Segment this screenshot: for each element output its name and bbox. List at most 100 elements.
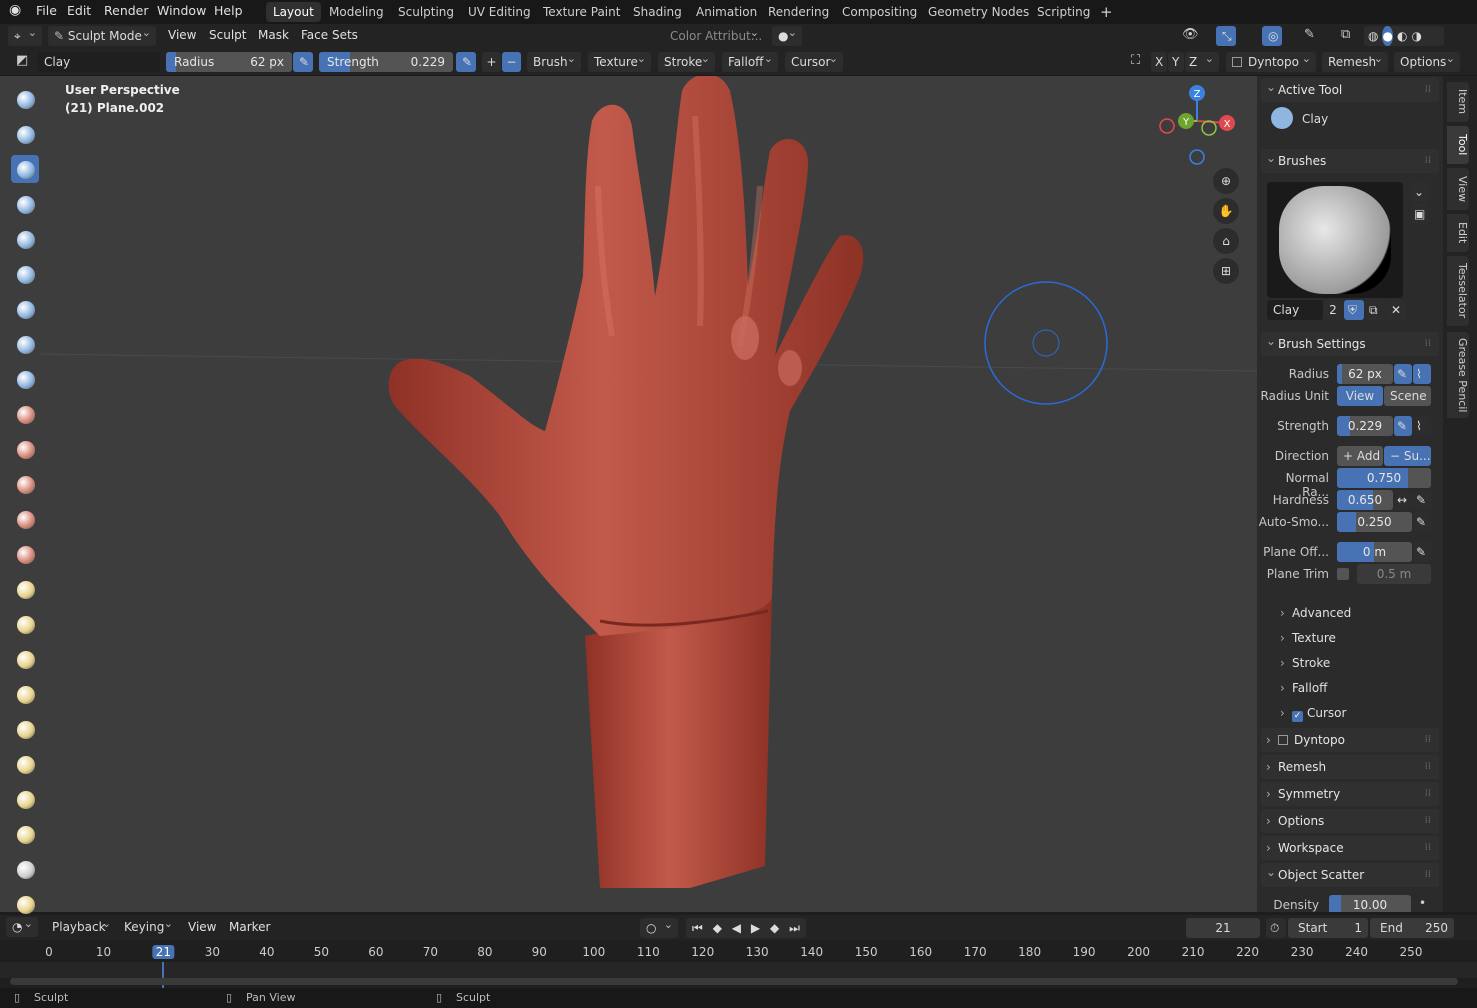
tab-shading[interactable]: Shading — [626, 2, 689, 22]
navigation-gizmo[interactable]: Z Y X — [1159, 85, 1235, 165]
drag-grip-icon[interactable]: ⁞⁞ — [1425, 728, 1431, 752]
jump-start-icon[interactable]: ⏮ — [692, 918, 703, 938]
material-shading-icon[interactable]: ◐ — [1397, 26, 1407, 46]
auto-keying-toggle[interactable]: ○ — [640, 918, 678, 938]
keyframe-area[interactable] — [0, 962, 1477, 978]
tab-texture-paint[interactable]: Texture Paint — [536, 2, 627, 22]
tab-edit[interactable]: Edit — [1447, 214, 1469, 252]
plane-trim-checkbox[interactable] — [1337, 568, 1349, 580]
menu-help[interactable]: Help — [214, 3, 243, 18]
cursor-menu[interactable]: Cursor — [785, 52, 843, 72]
brush-menu[interactable]: Brush — [527, 52, 581, 72]
subpanel-texture[interactable]: Texture — [1280, 631, 1336, 645]
tab-animation[interactable]: Animation — [689, 2, 764, 22]
sculpt-tool-4[interactable] — [11, 225, 39, 253]
sculpt-tool-14[interactable] — [11, 575, 39, 603]
menu-sculpt[interactable]: Sculpt — [209, 28, 246, 42]
sculpt-tool-2[interactable] — [11, 155, 39, 183]
texture-menu[interactable]: Texture — [588, 52, 651, 72]
play-reverse-icon[interactable]: ◀ — [732, 918, 741, 938]
strength-pressure-button[interactable]: ✎ — [456, 52, 476, 72]
xray-pen-icon[interactable]: ✎ — [1304, 27, 1315, 42]
falloff-menu[interactable]: Falloff — [722, 52, 778, 72]
hardness-invert-toggle[interactable]: ↔ — [1394, 490, 1412, 510]
sculpt-tool-9[interactable] — [11, 400, 39, 428]
sculpt-tool-11[interactable] — [11, 470, 39, 498]
dyntopo-popover[interactable]: Dyntopo — [1226, 52, 1316, 72]
sculpt-tool-5[interactable] — [11, 260, 39, 288]
radius-curve-toggle[interactable]: ⌇ — [1413, 364, 1431, 384]
timeline-scrollbar[interactable] — [10, 978, 1458, 985]
tab-modeling[interactable]: Modeling — [322, 2, 391, 22]
tab-item[interactable]: Item — [1447, 82, 1469, 122]
xray-toggle-icon[interactable]: ⧉ — [1341, 27, 1350, 42]
tab-layout[interactable]: Layout — [266, 2, 321, 22]
strength-setting-field[interactable]: 0.229 — [1337, 416, 1393, 436]
plane-offset-field[interactable]: 0 m — [1337, 542, 1412, 562]
zoom-icon[interactable]: ⊕ — [1213, 168, 1239, 194]
playback-menu[interactable]: Playback — [46, 917, 116, 937]
sculpt-tool-3[interactable] — [11, 190, 39, 218]
shading-color-dropdown[interactable]: ● — [772, 26, 802, 46]
tab-uv-editing[interactable]: UV Editing — [461, 2, 538, 22]
sculpt-tool-17[interactable] — [11, 680, 39, 708]
sculpt-tool-8[interactable] — [11, 365, 39, 393]
auto-smooth-field[interactable]: 0.250 — [1337, 512, 1412, 532]
drag-grip-icon[interactable]: ⁞⁞ — [1425, 78, 1431, 102]
sculpt-tool-21[interactable] — [11, 820, 39, 848]
subpanel-stroke[interactable]: Stroke — [1280, 656, 1330, 670]
subpanel-cursor[interactable]: ✓ Cursor — [1280, 706, 1346, 722]
tab-sculpting[interactable]: Sculpting — [391, 2, 461, 22]
density-field[interactable]: 10.00 — [1329, 895, 1411, 912]
symmetry-x-toggle[interactable]: X — [1151, 52, 1167, 72]
next-keyframe-icon[interactable]: ◆ — [770, 918, 779, 938]
subpanel-advanced[interactable]: Advanced — [1280, 606, 1351, 620]
plane-trim-field[interactable]: 0.5 m — [1357, 564, 1431, 584]
remesh-popover[interactable]: Remesh — [1322, 52, 1388, 72]
brush-image-button[interactable]: ▣ — [1411, 204, 1429, 224]
strength-pressure-toggle[interactable]: ✎ — [1394, 416, 1412, 436]
active-tool-panel-header[interactable]: Active Tool ⁞⁞ — [1261, 76, 1439, 102]
sculpt-tool-16[interactable] — [11, 645, 39, 673]
drag-grip-icon[interactable]: ⁞⁞ — [1425, 782, 1431, 806]
fake-user-button[interactable]: ⛨ — [1344, 300, 1364, 320]
menu-window[interactable]: Window — [157, 3, 206, 18]
sculpt-tool-12[interactable] — [11, 505, 39, 533]
menu-file[interactable]: File — [36, 3, 57, 18]
current-frame-field[interactable]: 21 — [1186, 918, 1260, 938]
workspace-panel-header[interactable]: Workspace ⁞⁞ — [1261, 836, 1439, 860]
timeline-editor-type[interactable]: ◔ — [6, 917, 38, 937]
prev-keyframe-icon[interactable]: ◆ — [713, 918, 722, 938]
symmetry-z-toggle[interactable]: Z — [1185, 52, 1219, 72]
menu-edit[interactable]: Edit — [67, 3, 91, 18]
jump-end-icon[interactable]: ⏭ — [789, 918, 800, 938]
tab-grease-pencil[interactable]: Grease Pencil — [1447, 332, 1469, 418]
radius-pressure-toggle[interactable]: ✎ — [1394, 364, 1412, 384]
menu-render[interactable]: Render — [104, 3, 149, 18]
solid-shading-icon[interactable]: ● — [1382, 26, 1393, 46]
menu-mask[interactable]: Mask — [258, 28, 289, 42]
overlay-toggle-button[interactable]: ◎ — [1262, 26, 1282, 46]
symmetry-panel-header[interactable]: Symmetry ⁞⁞ — [1261, 782, 1439, 806]
radius-setting-field[interactable]: 62 px — [1337, 364, 1393, 384]
menu-face-sets[interactable]: Face Sets — [301, 28, 358, 42]
dyntopo-panel-checkbox[interactable] — [1278, 735, 1288, 745]
options-panel-header[interactable]: Options ⁞⁞ — [1261, 809, 1439, 833]
radius-field[interactable]: Radius 62 px — [166, 52, 292, 72]
strength-field[interactable]: Strength 0.229 — [319, 52, 453, 72]
keyframe-dot-icon[interactable]: • — [1419, 896, 1426, 910]
rendered-shading-icon[interactable]: ◑ — [1411, 26, 1421, 46]
brush-users-count[interactable]: 2 — [1323, 300, 1343, 320]
sculpt-tool-1[interactable] — [11, 120, 39, 148]
sculpt-tool-20[interactable] — [11, 785, 39, 813]
camera-view-icon[interactable]: ⌂ — [1213, 228, 1239, 254]
remesh-panel-header[interactable]: Remesh ⁞⁞ — [1261, 755, 1439, 779]
hardness-field[interactable]: 0.650 — [1337, 490, 1393, 510]
drag-grip-icon[interactable]: ⁞⁞ — [1425, 332, 1431, 356]
dyntopo-checkbox[interactable] — [1232, 57, 1242, 67]
viewport-shading-buttons[interactable]: ◍ ● ◐ ◑ — [1364, 26, 1444, 46]
object-scatter-panel-header[interactable]: Object Scatter ⁞⁞ — [1261, 860, 1439, 887]
symmetry-y-toggle[interactable]: Y — [1168, 52, 1184, 72]
sculpt-tool-23[interactable] — [11, 890, 39, 918]
radius-unit-view-button[interactable]: View — [1337, 386, 1383, 406]
